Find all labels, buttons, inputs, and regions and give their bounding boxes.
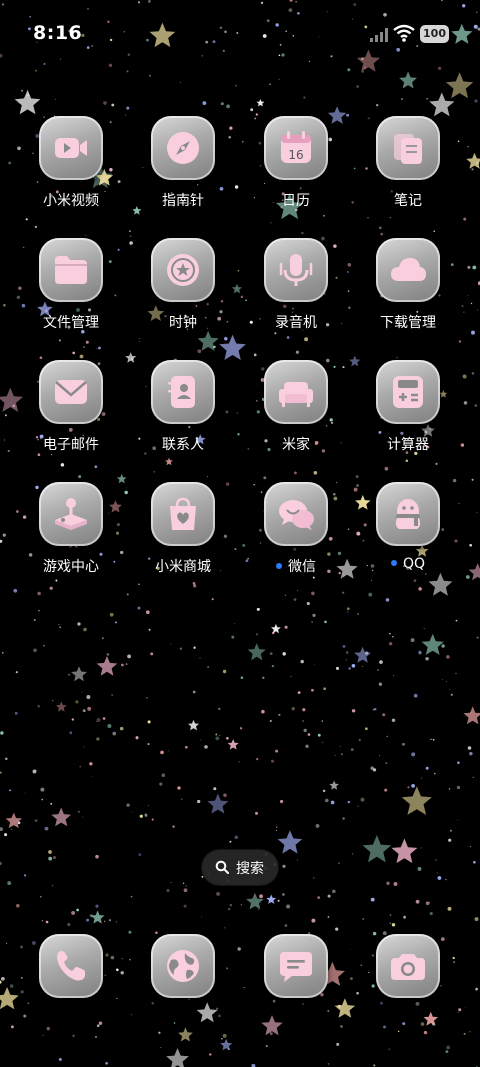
app-label: 游戏中心 <box>43 559 99 575</box>
camera-icon <box>391 954 425 980</box>
notes-icon <box>394 134 422 164</box>
app-tile: 16 <box>264 116 328 180</box>
dock-phone[interactable] <box>15 934 127 1004</box>
app-tile <box>151 482 215 546</box>
app-label: 米家 <box>282 437 310 453</box>
app-file-manager[interactable]: 文件管理 <box>15 238 127 348</box>
compass-icon <box>167 132 199 164</box>
cloud-icon <box>391 258 426 281</box>
app-xiaomi-video[interactable]: 小米视频 <box>15 116 127 226</box>
notification-dot <box>276 563 282 569</box>
app-wechat[interactable]: 微信 <box>240 482 352 592</box>
app-recorder[interactable]: 录音机 <box>240 238 352 348</box>
app-label: 日历 <box>282 193 310 209</box>
video-icon <box>55 138 87 158</box>
app-tile <box>39 482 103 546</box>
app-mijia[interactable]: 米家 <box>240 360 352 470</box>
app-label: 指南针 <box>162 193 204 209</box>
app-game-center[interactable]: 游戏中心 <box>15 482 127 592</box>
shopping-bag-icon <box>170 497 196 530</box>
app-calculator[interactable]: 计算器 <box>352 360 464 470</box>
search-icon <box>215 860 229 874</box>
folder-icon <box>55 256 87 284</box>
app-tile <box>264 482 328 546</box>
dock-messages[interactable] <box>240 934 352 1004</box>
app-tile <box>376 482 440 546</box>
app-notes[interactable]: 笔记 <box>352 116 464 226</box>
status-time: 8:16 <box>33 22 83 44</box>
calendar-icon: 16 <box>281 131 311 163</box>
search-button[interactable]: 搜索 <box>202 850 278 885</box>
contacts-icon <box>168 376 195 408</box>
app-tile <box>151 360 215 424</box>
app-tile <box>39 238 103 302</box>
app-tile <box>39 116 103 180</box>
app-qq[interactable]: QQ <box>352 482 464 592</box>
app-tile <box>39 934 103 998</box>
app-compass[interactable]: 指南针 <box>127 116 239 226</box>
app-label: 电子邮件 <box>43 437 99 453</box>
app-tile <box>376 360 440 424</box>
sofa-icon <box>279 382 313 407</box>
app-tile <box>376 238 440 302</box>
cellular-signal-icon <box>370 28 388 42</box>
app-label: 笔记 <box>394 193 422 209</box>
app-label: 下载管理 <box>380 315 436 331</box>
dock-camera[interactable] <box>352 934 464 1004</box>
app-label: 小米商城 <box>155 559 211 575</box>
search-label: 搜索 <box>236 861 264 877</box>
chat-bubbles-icon <box>279 500 314 530</box>
app-tile <box>264 238 328 302</box>
app-tile <box>151 934 215 998</box>
microphone-icon <box>279 254 313 286</box>
app-label: 小米视频 <box>43 193 99 209</box>
battery-indicator: 100 <box>420 25 449 43</box>
calendar-day: 16 <box>288 148 303 162</box>
app-tile <box>151 238 215 302</box>
app-label: 录音机 <box>275 315 317 331</box>
app-tile <box>376 934 440 998</box>
status-bar: 8:16 100 <box>0 0 480 70</box>
phone-icon <box>57 951 85 981</box>
app-label: 微信 <box>240 556 352 576</box>
penguin-icon <box>395 499 421 529</box>
messages-icon <box>280 952 312 982</box>
app-email[interactable]: 电子邮件 <box>15 360 127 470</box>
calculator-icon <box>393 376 423 408</box>
app-label: QQ <box>352 556 464 572</box>
app-label: 时钟 <box>169 315 197 331</box>
dock-browser[interactable] <box>127 934 239 1004</box>
app-contacts[interactable]: 联系人 <box>127 360 239 470</box>
notification-dot <box>390 560 397 566</box>
app-label: 计算器 <box>387 437 429 453</box>
browser-globe-icon <box>167 950 199 982</box>
app-label: 文件管理 <box>43 315 99 331</box>
app-tile <box>151 116 215 180</box>
app-download-manager[interactable]: 下载管理 <box>352 238 464 348</box>
app-mi-store[interactable]: 小米商城 <box>127 482 239 592</box>
app-clock[interactable]: 时钟 <box>127 238 239 348</box>
app-calendar[interactable]: 16 日历 <box>240 116 352 226</box>
joystick-icon <box>55 498 87 530</box>
wifi-icon <box>393 24 415 42</box>
clock-icon <box>167 254 199 286</box>
app-tile <box>264 934 328 998</box>
mail-icon <box>55 380 87 404</box>
app-tile <box>39 360 103 424</box>
app-label: 联系人 <box>162 437 204 453</box>
app-tile <box>376 116 440 180</box>
app-tile <box>264 360 328 424</box>
